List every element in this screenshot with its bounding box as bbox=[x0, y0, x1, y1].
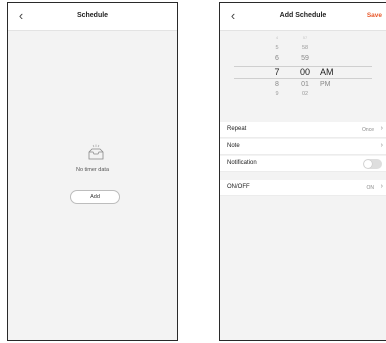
repeat-row[interactable]: Repeat Once › bbox=[220, 122, 386, 138]
minute-selected[interactable]: 00 bbox=[292, 67, 318, 77]
time-picker[interactable]: 4 5 6 7 8 9 57 58 59 00 01 02 AM PM bbox=[220, 32, 386, 115]
minute-option[interactable]: 57 bbox=[292, 35, 318, 40]
note-row[interactable]: Note › bbox=[220, 139, 386, 155]
schedule-screen: ‹ Schedule No timer data Add bbox=[7, 2, 178, 341]
add-schedule-screen: ‹ Add Schedule Save 4 5 6 7 8 9 57 58 59… bbox=[219, 2, 386, 341]
notification-toggle[interactable] bbox=[363, 159, 382, 169]
add-button[interactable]: Add bbox=[70, 190, 120, 204]
chevron-right-icon: › bbox=[380, 142, 383, 149]
back-icon[interactable]: ‹ bbox=[226, 9, 240, 23]
hour-option[interactable]: 8 bbox=[264, 81, 290, 88]
hour-option[interactable]: 4 bbox=[264, 35, 290, 40]
onoff-label: ON/OFF bbox=[227, 184, 250, 190]
schedule-header: ‹ Schedule bbox=[8, 3, 177, 31]
onoff-row[interactable]: ON/OFF ON › bbox=[220, 180, 386, 196]
minute-option[interactable]: 01 bbox=[292, 81, 318, 88]
note-label: Note bbox=[227, 143, 240, 149]
notification-row: Notification bbox=[220, 156, 386, 172]
ampm-selected[interactable]: AM bbox=[320, 67, 346, 77]
hour-option[interactable]: 5 bbox=[264, 45, 290, 51]
page-title: Add Schedule bbox=[279, 12, 327, 19]
minute-option[interactable]: 59 bbox=[292, 55, 318, 62]
chevron-right-icon: › bbox=[380, 183, 383, 190]
repeat-value: Once bbox=[362, 126, 374, 133]
repeat-label: Repeat bbox=[227, 126, 247, 132]
hour-selected[interactable]: 7 bbox=[264, 67, 290, 77]
minute-option[interactable]: 02 bbox=[292, 91, 318, 97]
save-button[interactable]: Save bbox=[367, 12, 382, 19]
add-schedule-header: ‹ Add Schedule Save bbox=[220, 3, 386, 31]
empty-state-text: No timer data bbox=[75, 167, 109, 173]
hour-option[interactable]: 6 bbox=[264, 55, 290, 62]
minute-option[interactable]: 58 bbox=[292, 45, 318, 51]
ampm-option[interactable]: PM bbox=[320, 81, 346, 88]
hour-option[interactable]: 9 bbox=[264, 91, 290, 97]
chevron-right-icon: › bbox=[380, 125, 383, 132]
toggle-knob bbox=[364, 160, 372, 168]
page-title: Schedule bbox=[76, 12, 109, 19]
notification-label: Notification bbox=[227, 160, 257, 166]
onoff-value: ON bbox=[366, 184, 375, 191]
back-icon[interactable]: ‹ bbox=[14, 9, 28, 23]
empty-inbox-icon bbox=[88, 144, 104, 160]
